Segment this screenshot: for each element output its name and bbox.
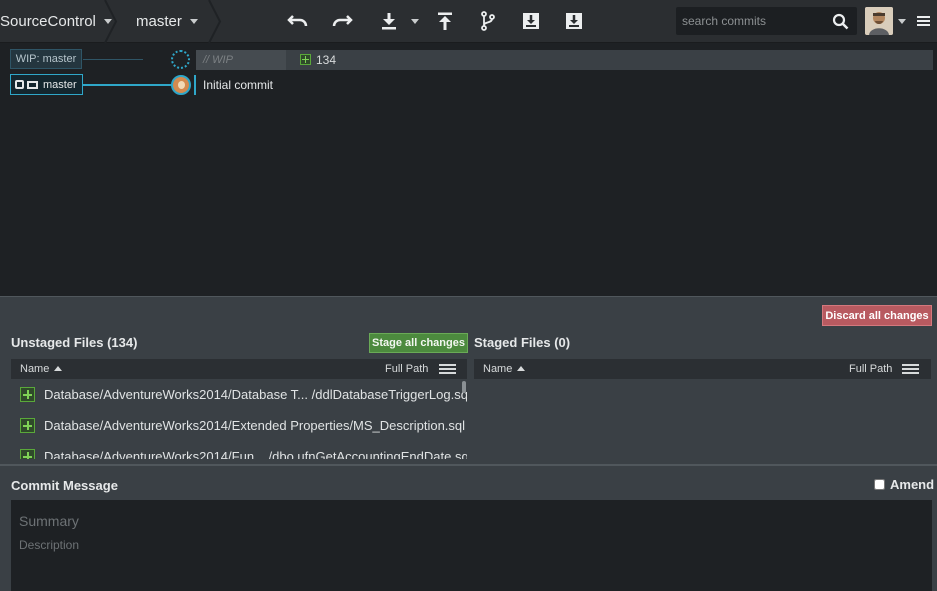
chevron-down-icon [411,18,419,24]
wip-node[interactable] [171,50,190,69]
branch-ref-label: master [43,78,77,91]
search-box [676,7,857,35]
file-path: Database/AdventureWorks2014/Fun... /dbo.… [44,449,467,459]
list-view-icon[interactable] [902,364,919,375]
pull-icon [382,13,396,30]
staged-list-header: Name Full Path [474,359,931,379]
search-icon[interactable] [832,13,849,30]
unstaged-list-header: Name Full Path [11,359,467,379]
search-input[interactable] [676,8,826,34]
pop-stash-button[interactable] [559,6,589,36]
hamburger-menu-icon[interactable] [917,13,931,29]
commit-message-panel: Commit Message Amend [0,464,937,591]
sort-ascending-icon [54,366,63,371]
staged-files-title: Staged Files (0) [474,335,571,350]
name-column-header[interactable]: Name [20,363,63,375]
chevron-down-icon [189,19,198,24]
pull-button[interactable] [374,6,404,36]
repo-name: SourceControl [0,13,96,30]
amend-toggle[interactable]: Amend [874,477,934,492]
stash-icon [523,13,539,29]
local-computer-icon [27,80,38,89]
avatar[interactable] [865,7,893,35]
file-changes-panel: Discard all changes Unstaged Files (134)… [0,296,937,464]
git-client-window: SourceControl master search commits WIP:… [0,0,937,591]
commit-message[interactable]: Initial commit [203,78,273,92]
branch-name: master [136,13,182,30]
wip-row[interactable]: // WIP 134 [196,50,933,70]
scrollbar-thumb[interactable] [462,381,466,393]
amend-label: Amend [890,477,935,492]
ref-connector [83,84,173,86]
toolbar: SourceControl master [0,0,937,43]
unstaged-files-title: Unstaged Files (134) [11,335,138,350]
name-column-header[interactable]: Name [483,363,526,375]
github-icon [15,80,24,89]
user-avatar-image [865,7,893,35]
staged-file-list [474,379,931,459]
branch-button[interactable] [473,6,503,36]
wip-ref-label[interactable]: WIP: master [10,49,82,69]
separator-chevron [208,0,222,43]
commit-message-box [11,500,932,591]
file-added-icon [20,418,35,433]
amend-checkbox[interactable] [874,479,885,490]
description-input[interactable] [19,538,919,588]
file-added-icon [20,387,35,402]
repo-selector[interactable]: SourceControl [0,0,112,43]
pop-stash-icon [566,13,582,29]
wip-file-count: 134 [316,53,337,67]
list-view-icon[interactable] [439,364,456,375]
commit-lane [194,75,196,95]
branch-selector[interactable]: master [110,0,202,43]
stash-button[interactable] [516,6,546,36]
discard-all-button[interactable]: Discard all changes [822,305,932,326]
summary-input[interactable] [19,510,919,532]
file-path: Database/AdventureWorks2014/Database T..… [44,387,467,402]
branch-ref-master[interactable]: master [10,74,83,95]
commit-graph: WIP: master // WIP 134 master Initial co… [0,43,937,296]
unstaged-file-list: Database/AdventureWorks2014/Database T..… [11,379,467,459]
redo-icon [332,15,353,27]
branch-icon [481,11,495,31]
stage-all-button[interactable]: Stage all changes [369,333,468,353]
ref-connector [83,59,143,60]
chevron-down-icon[interactable] [898,19,906,24]
file-path: Database/AdventureWorks2014/Extended Pro… [44,418,466,433]
pull-options-button[interactable] [405,6,425,36]
wip-label: // WIP [203,54,233,66]
undo-button[interactable] [283,6,313,36]
file-added-icon [300,54,311,65]
commit-node-avatar[interactable] [171,75,191,95]
undo-icon [287,15,308,27]
file-row[interactable]: Database/AdventureWorks2014/Database T..… [11,379,467,410]
push-button[interactable] [430,6,460,36]
redo-button[interactable] [327,6,357,36]
file-added-icon [20,449,35,459]
full-path-toggle[interactable]: Full Path [849,363,892,375]
file-row[interactable]: Database/AdventureWorks2014/Fun... /dbo.… [11,441,467,459]
full-path-toggle[interactable]: Full Path [385,363,428,375]
push-icon [438,12,452,30]
commit-message-title: Commit Message [11,478,118,493]
file-row[interactable]: Database/AdventureWorks2014/Extended Pro… [11,410,467,441]
sort-ascending-icon [517,366,526,371]
